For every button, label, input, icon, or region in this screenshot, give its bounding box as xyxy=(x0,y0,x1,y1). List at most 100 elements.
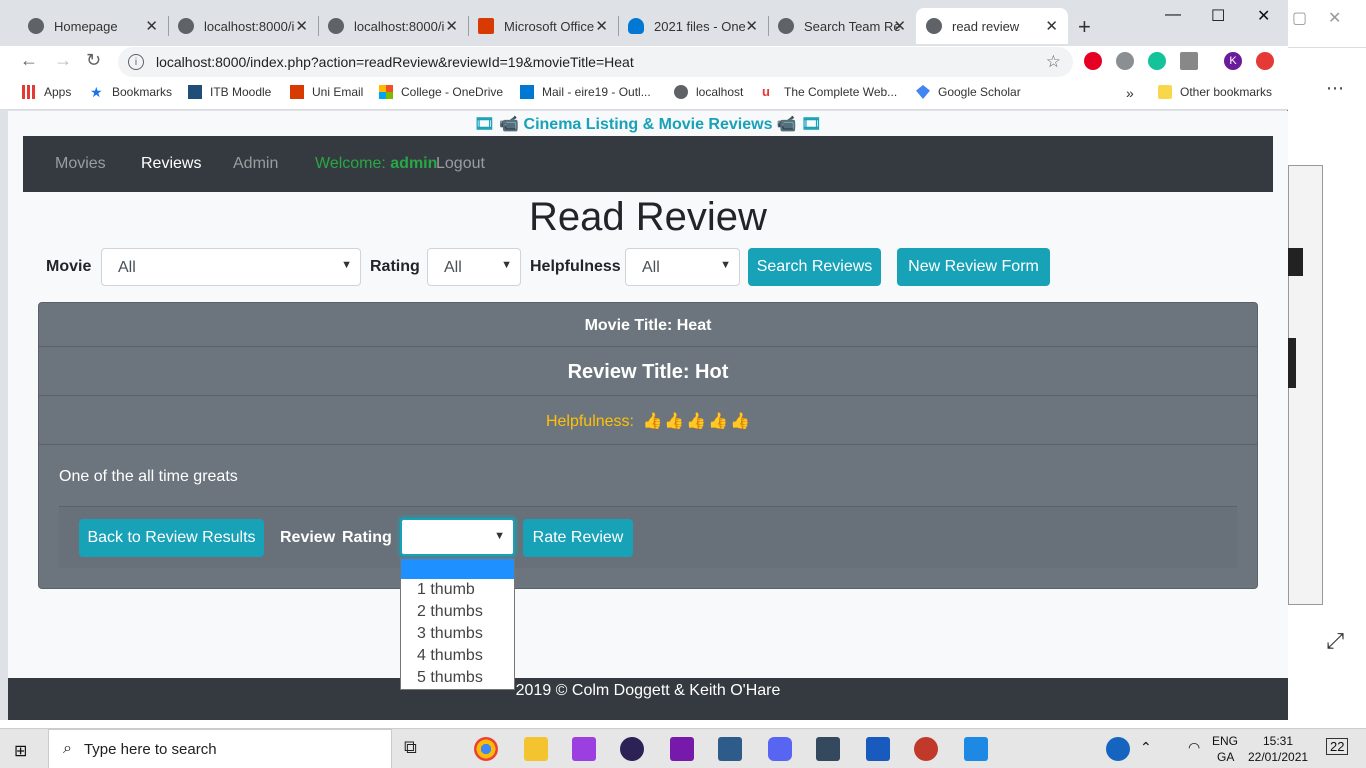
tab-microsoft-office[interactable]: Microsoft Office ✕ xyxy=(468,8,619,44)
taskbar-search-box[interactable]: ⌕ Type here to search xyxy=(48,729,392,768)
bookmark-label: Apps xyxy=(44,85,72,99)
rating-option-2[interactable]: 2 thumbs xyxy=(401,601,514,623)
chrome-icon[interactable] xyxy=(474,737,498,761)
forward-icon[interactable]: → xyxy=(54,50,72,71)
close-icon[interactable]: ✕ xyxy=(1045,17,1058,35)
rating-option-3[interactable]: 3 thumbs xyxy=(401,623,514,645)
phpstorm-icon[interactable] xyxy=(572,737,596,761)
close-icon[interactable]: ✕ xyxy=(893,17,906,35)
bookmark-star-icon[interactable]: ☆ xyxy=(1046,52,1061,72)
update-icon[interactable] xyxy=(1256,52,1274,70)
close-icon[interactable]: ✕ xyxy=(145,17,158,35)
help-icon[interactable] xyxy=(1106,737,1130,761)
close-icon[interactable]: ✕ xyxy=(1328,8,1341,28)
close-icon[interactable]: ✕ xyxy=(445,17,458,35)
thumbs-up-icon: 👍 xyxy=(664,413,685,430)
pinterest-icon[interactable] xyxy=(1084,52,1102,70)
drive-icon[interactable] xyxy=(1116,52,1134,70)
reload-icon[interactable]: ↻ xyxy=(86,50,101,71)
globe-icon xyxy=(28,18,44,34)
rating-option-1[interactable]: 1 thumb xyxy=(401,579,514,601)
maximize-icon[interactable]: ☐ xyxy=(1211,6,1225,26)
nav-movies[interactable]: Movies xyxy=(55,155,106,173)
rating-option-4[interactable]: 4 thumbs xyxy=(401,645,514,667)
bookmark-google-scholar[interactable]: Google Scholar xyxy=(916,85,1021,99)
tab-localhost-1[interactable]: localhost:8000/i ✕ xyxy=(168,8,319,44)
onenote-icon[interactable] xyxy=(670,737,694,761)
bookmark-complete-web[interactable]: u The Complete Web... xyxy=(762,85,898,100)
wifi-icon[interactable]: ◠ xyxy=(1188,739,1200,756)
mysql-workbench-icon[interactable] xyxy=(718,737,742,761)
bookmark-bookmarks[interactable]: ★ Bookmarks xyxy=(90,85,172,99)
notification-count[interactable]: 22 xyxy=(1326,738,1349,755)
bookmark-apps[interactable]: Apps xyxy=(22,85,71,99)
rate-review-button[interactable]: Rate Review xyxy=(523,519,633,557)
review-card: Movie Title: Heat Review Title: Hot Help… xyxy=(38,302,1258,589)
close-icon[interactable]: ✕ xyxy=(745,17,758,35)
profile-avatar[interactable]: K xyxy=(1224,52,1242,70)
minimize-icon[interactable]: ▢ xyxy=(1292,8,1307,28)
bookmark-mail[interactable]: Mail - eire19 - Outl... xyxy=(520,85,651,99)
movie-filter-select[interactable]: All ▼ xyxy=(101,248,361,286)
review-rating-select[interactable]: ▼ xyxy=(400,518,515,556)
search-reviews-button[interactable]: Search Reviews xyxy=(748,248,881,286)
photos-icon[interactable] xyxy=(964,737,988,761)
bookmark-uni-email[interactable]: Uni Email xyxy=(290,85,363,99)
bookmark-label: The Complete Web... xyxy=(784,85,898,99)
rating-option-blank[interactable] xyxy=(401,559,514,579)
nav-reviews[interactable]: Reviews xyxy=(141,155,201,173)
review-rating-label-2: Rating xyxy=(342,529,392,546)
word-icon[interactable] xyxy=(866,737,890,761)
bookmark-college-onedrive[interactable]: College - OneDrive xyxy=(379,85,503,99)
new-tab-icon[interactable]: + xyxy=(1078,14,1091,40)
background-block xyxy=(1288,248,1303,276)
expand-icon[interactable]: ⤢ xyxy=(1326,628,1344,654)
tab-search-team[interactable]: Search Team Re ✕ xyxy=(768,8,916,44)
tab-homepage[interactable]: Homepage ✕ xyxy=(18,8,169,44)
task-view-icon[interactable]: ⧉ xyxy=(404,737,428,761)
language-variant[interactable]: GA xyxy=(1217,750,1234,764)
windows-start-icon[interactable]: ⊞ xyxy=(14,741,27,761)
folder-icon xyxy=(1158,85,1172,99)
sql-icon[interactable] xyxy=(816,737,840,761)
globe-icon xyxy=(778,18,794,34)
nav-admin[interactable]: Admin xyxy=(233,155,278,173)
review-title: Review Title: Hot xyxy=(39,347,1257,396)
grammarly-icon[interactable] xyxy=(1148,52,1166,70)
rating-filter-value: All xyxy=(444,259,462,276)
tab-localhost-2[interactable]: localhost:8000/i ✕ xyxy=(318,8,469,44)
bookmark-other[interactable]: Other bookmarks xyxy=(1158,85,1272,99)
paint-icon[interactable] xyxy=(914,737,938,761)
thumbs-rating: 👍 👍 👍 👍 👍 xyxy=(638,413,750,430)
review-rating-label-1: Review xyxy=(280,529,336,546)
back-to-results-button[interactable]: Back to Review Results xyxy=(79,519,264,557)
tab-read-review[interactable]: read review ✕ xyxy=(916,8,1068,44)
clock-time[interactable]: 15:31 xyxy=(1263,734,1293,748)
discord-icon[interactable] xyxy=(768,737,792,761)
close-icon[interactable]: ✕ xyxy=(595,17,608,35)
close-icon[interactable]: ✕ xyxy=(295,17,308,35)
new-review-form-button[interactable]: New Review Form xyxy=(897,248,1050,286)
rating-filter-select[interactable]: All ▼ xyxy=(427,248,521,286)
address-bar[interactable]: i localhost:8000/index.php?action=readRe… xyxy=(118,47,1073,77)
nav-logout[interactable]: Logout xyxy=(436,155,485,173)
clock-date[interactable]: 22/01/2021 xyxy=(1248,750,1308,764)
file-explorer-icon[interactable] xyxy=(524,737,548,761)
bookmark-localhost[interactable]: localhost xyxy=(674,85,743,99)
more-bookmarks-icon[interactable]: » xyxy=(1126,85,1134,101)
info-icon[interactable]: i xyxy=(128,54,144,70)
tab-onedrive[interactable]: 2021 files - One ✕ xyxy=(618,8,769,44)
web-page: 🎞 📹 Cinema Listing & Movie Reviews 📹 🎞 M… xyxy=(8,111,1288,720)
onedrive-icon xyxy=(628,18,644,34)
helpfulness-filter-select[interactable]: All ▼ xyxy=(625,248,740,286)
more-options-icon[interactable]: ⋯ xyxy=(1326,78,1344,99)
chevron-up-icon[interactable]: ⌃ xyxy=(1140,739,1152,756)
bookmark-itb-moodle[interactable]: ITB Moodle xyxy=(188,85,271,99)
rating-option-5[interactable]: 5 thumbs xyxy=(401,667,514,689)
eclipse-icon[interactable] xyxy=(620,737,644,761)
close-window-icon[interactable]: ✕ xyxy=(1257,6,1270,26)
analytics-icon[interactable] xyxy=(1180,52,1198,70)
back-icon[interactable]: ← xyxy=(20,50,38,71)
language-code[interactable]: ENG xyxy=(1212,734,1238,748)
minimize-icon[interactable]: — xyxy=(1165,6,1181,24)
